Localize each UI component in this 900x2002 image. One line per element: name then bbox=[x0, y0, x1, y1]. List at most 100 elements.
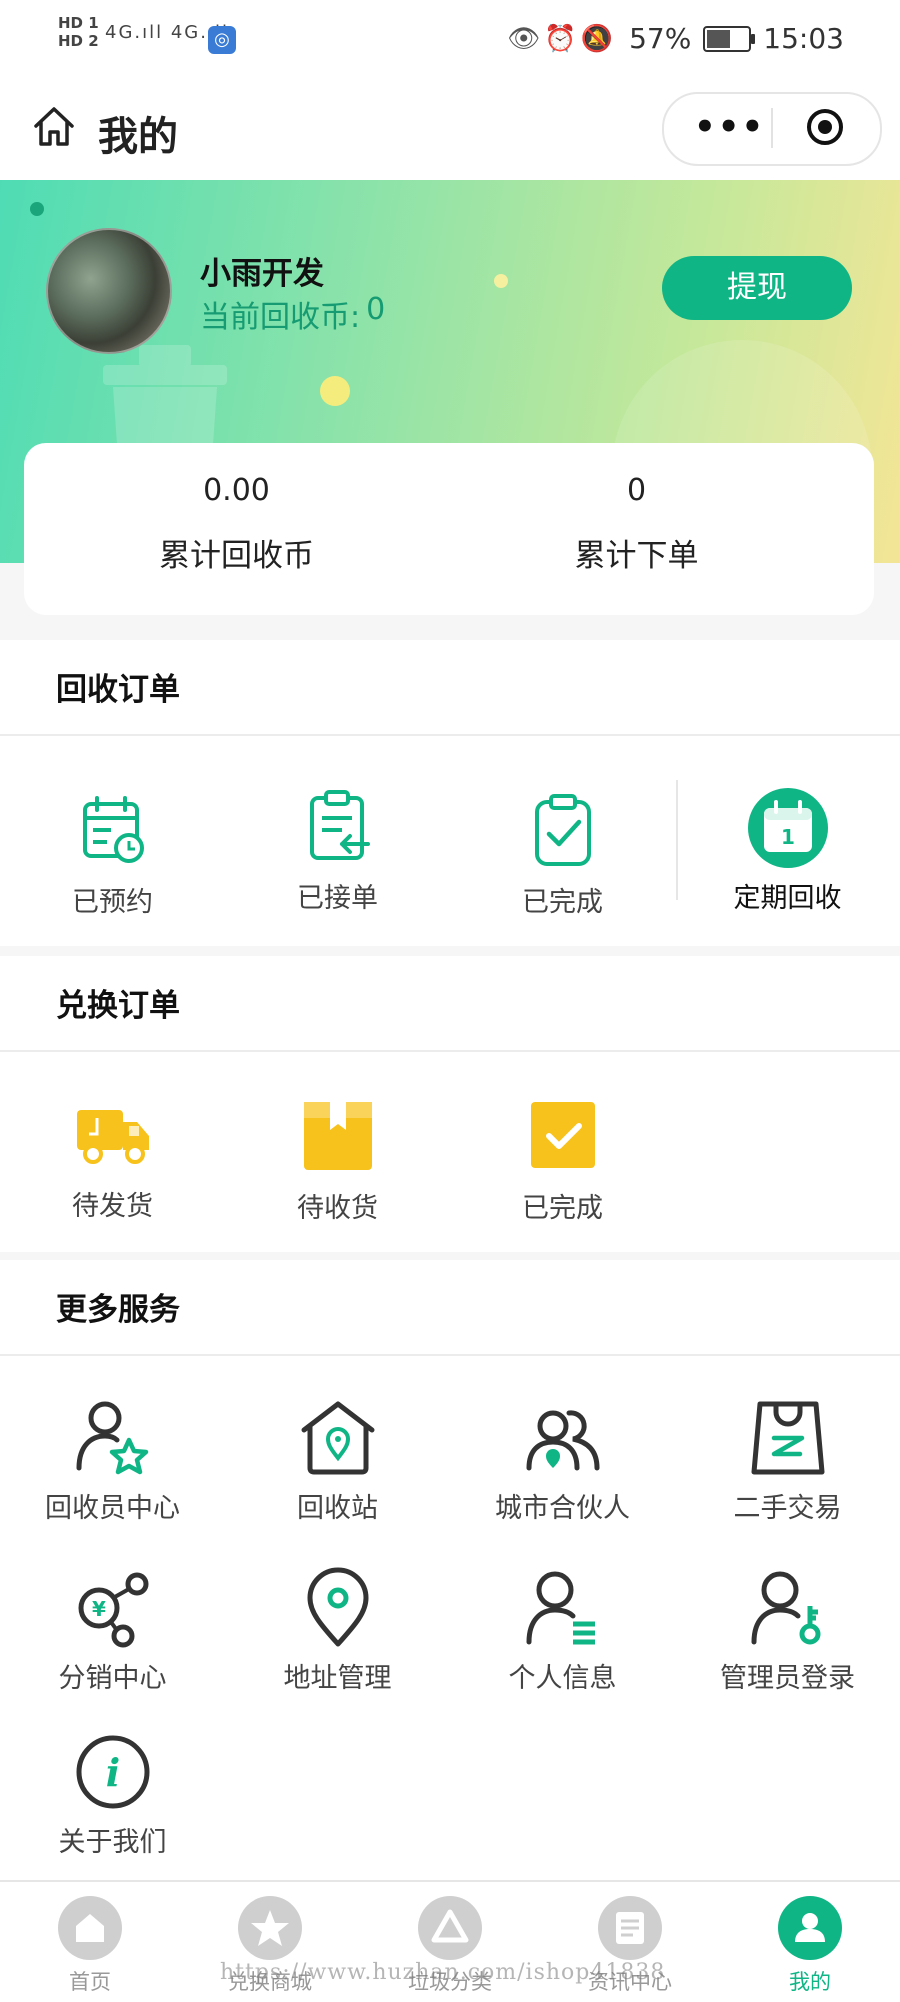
tab-home[interactable]: 首页 bbox=[0, 1896, 180, 1996]
service-address[interactable]: 地址管理 bbox=[225, 1566, 450, 1695]
yuan-share-icon: ¥ bbox=[78, 1572, 148, 1648]
service-distribution[interactable]: ¥ 分销中心 bbox=[0, 1566, 225, 1695]
tab-label: 首页 bbox=[69, 1970, 111, 1994]
service-second-hand[interactable]: 二手交易 bbox=[675, 1396, 900, 1525]
status-right: 👁⏰🔕 57% 15:03 bbox=[507, 22, 844, 55]
service-collector-center[interactable]: 回收员中心 bbox=[0, 1396, 225, 1525]
section-divider bbox=[0, 1354, 900, 1356]
hd1-label: HD 1 bbox=[58, 14, 99, 32]
battery-percent: 57% bbox=[629, 22, 692, 55]
bottom-tab-bar: 首页 兑换商城 垃圾分类 资讯中心 我的 https://www.huzhan.… bbox=[0, 1880, 900, 2002]
withdraw-button[interactable]: 提现 bbox=[662, 256, 852, 320]
user-star-icon bbox=[76, 1401, 148, 1475]
service-label: 回收站 bbox=[297, 1493, 378, 1524]
exchange-label: 待收货 bbox=[297, 1193, 378, 1224]
user-tab-icon bbox=[778, 1896, 842, 1960]
tab-mine[interactable]: 我的 bbox=[720, 1896, 900, 1996]
recycle-orders-section: 回收订单 已预约 已接单 已完成 1 定期回收 bbox=[0, 640, 900, 946]
info-icon: i bbox=[76, 1735, 149, 1809]
exchange-label: 已完成 bbox=[522, 1193, 603, 1224]
section-title: 更多服务 bbox=[56, 1292, 180, 1328]
svg-text:i: i bbox=[105, 1750, 119, 1795]
section-title: 兑换订单 bbox=[56, 988, 180, 1024]
stat-value: 0 bbox=[626, 473, 647, 508]
service-label: 管理员登录 bbox=[720, 1663, 855, 1694]
order-periodic[interactable]: 1 定期回收 bbox=[675, 786, 900, 915]
order-reserved[interactable]: 已预约 bbox=[0, 790, 225, 919]
nav-bar: 我的 ••• bbox=[0, 80, 900, 180]
decor-dot bbox=[30, 202, 44, 216]
close-target-icon[interactable] bbox=[806, 108, 844, 146]
check-square-icon bbox=[530, 1102, 595, 1168]
section-divider bbox=[0, 1050, 900, 1052]
house-pin-icon bbox=[301, 1401, 374, 1475]
order-completed[interactable]: 已完成 bbox=[450, 790, 675, 919]
order-label: 已接单 bbox=[297, 883, 378, 914]
service-label: 个人信息 bbox=[508, 1663, 617, 1694]
stat-value: 0.00 bbox=[203, 473, 270, 508]
username: 小雨开发 bbox=[200, 256, 324, 292]
mini-program-capsule: ••• bbox=[662, 92, 882, 166]
decor-dot bbox=[494, 274, 508, 288]
order-accepted[interactable]: 已接单 bbox=[225, 786, 450, 915]
clipboard-check-icon bbox=[534, 794, 591, 866]
eye-alarm-mute-icons: 👁⏰🔕 bbox=[507, 23, 618, 54]
delivery-truck-icon bbox=[76, 1110, 149, 1164]
hd2-label: HD 2 bbox=[58, 32, 99, 50]
avatar[interactable] bbox=[46, 228, 172, 354]
order-label: 已完成 bbox=[522, 887, 603, 918]
decor-dot bbox=[320, 376, 350, 406]
section-divider bbox=[0, 734, 900, 736]
battery-icon bbox=[703, 25, 756, 52]
status-bar: HD 1 HD 2 4G.ıll 4G.ıll ◎ 👁⏰🔕 57% 15:03 bbox=[0, 0, 900, 80]
service-recycle-station[interactable]: 回收站 bbox=[225, 1396, 450, 1525]
section-title: 回收订单 bbox=[56, 672, 180, 708]
order-label: 已预约 bbox=[72, 887, 153, 918]
stat-label: 累计下单 bbox=[574, 538, 699, 574]
more-services-section: 更多服务 回收员中心 回收站 城市合伙人 二手交易 ¥ 分销中心 地址管理 个人… bbox=[0, 1260, 900, 1880]
watermark: https://www.huzhan.com/ishop41838 bbox=[220, 1960, 666, 1985]
service-about-us[interactable]: i 关于我们 bbox=[0, 1730, 225, 1859]
calendar-clock-icon bbox=[82, 796, 144, 863]
service-label: 城市合伙人 bbox=[495, 1493, 630, 1524]
location-pin-icon bbox=[307, 1567, 368, 1647]
stat-total-orders[interactable]: 0 累计下单 bbox=[424, 473, 849, 575]
service-label: 关于我们 bbox=[58, 1827, 167, 1858]
service-admin-login[interactable]: 管理员登录 bbox=[675, 1566, 900, 1695]
clock: 15:03 bbox=[763, 22, 844, 55]
home-tab-icon bbox=[58, 1896, 122, 1960]
tab-label: 我的 bbox=[789, 1970, 831, 1994]
shopping-bag-icon bbox=[751, 1401, 824, 1475]
package-box-icon bbox=[303, 1102, 372, 1170]
star-tab-icon bbox=[238, 1896, 302, 1960]
exchange-label: 待发货 bbox=[72, 1191, 153, 1222]
service-city-partner[interactable]: 城市合伙人 bbox=[450, 1396, 675, 1525]
exchange-to-ship[interactable]: 待发货 bbox=[0, 1094, 225, 1223]
service-personal-info[interactable]: 个人信息 bbox=[450, 1566, 675, 1695]
coins-label: 当前回收币: bbox=[200, 300, 361, 335]
service-label: 回收员中心 bbox=[45, 1493, 180, 1524]
user-key-icon bbox=[751, 1571, 820, 1645]
stat-total-coins[interactable]: 0.00 累计回收币 bbox=[24, 473, 449, 575]
more-dots-icon[interactable]: ••• bbox=[694, 110, 765, 144]
svg-text:1: 1 bbox=[781, 825, 795, 849]
exchange-orders-section: 兑换订单 待发货 待收货 已完成 bbox=[0, 956, 900, 1252]
stats-card: 0.00 累计回收币 0 累计下单 bbox=[24, 443, 874, 615]
home-icon[interactable] bbox=[30, 102, 78, 150]
exchange-completed[interactable]: 已完成 bbox=[450, 1096, 675, 1225]
exchange-to-receive[interactable]: 待收货 bbox=[225, 1096, 450, 1225]
recycle-tab-icon bbox=[418, 1896, 482, 1960]
coins-value: 0 bbox=[366, 292, 386, 327]
service-label: 二手交易 bbox=[733, 1493, 842, 1524]
page-title: 我的 bbox=[98, 114, 178, 160]
sim-indicators: HD 1 HD 2 bbox=[58, 14, 99, 50]
current-coins: 当前回收币: 0 bbox=[200, 292, 385, 336]
svg-text:¥: ¥ bbox=[92, 1597, 106, 1621]
capsule-divider bbox=[771, 108, 773, 148]
news-tab-icon bbox=[598, 1896, 662, 1960]
clipboard-arrow-icon bbox=[309, 790, 370, 860]
user-list-icon bbox=[526, 1571, 595, 1645]
calendar-day-icon: 1 bbox=[747, 788, 828, 868]
service-label: 地址管理 bbox=[283, 1663, 392, 1694]
service-label: 分销中心 bbox=[58, 1663, 167, 1694]
